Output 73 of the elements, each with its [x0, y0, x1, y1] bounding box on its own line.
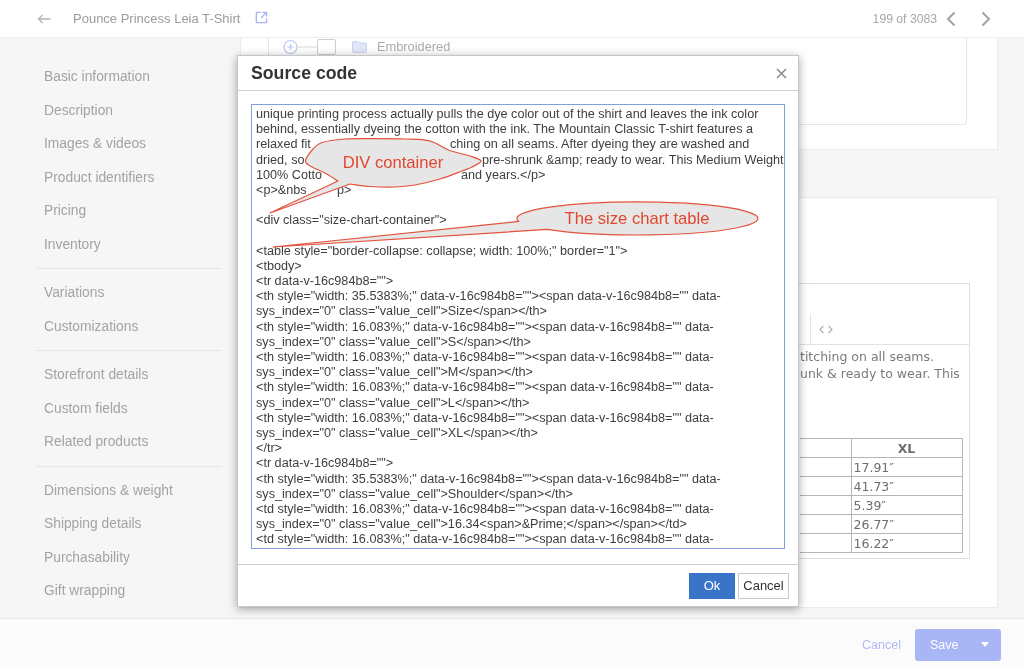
code-text: <td style="width: 16.083%;" data-v-16c984b8=""><span data-v-16c984b8="" data-: [256, 532, 714, 548]
description-text: unk & ready to wear. This: [800, 365, 961, 382]
sidebar-item[interactable]: Dimensions & weight: [36, 473, 222, 507]
chevron-right-icon[interactable]: [981, 10, 991, 27]
save-button[interactable]: Save: [915, 628, 1001, 661]
code-text: behind, essentially dyeing the cotton with the ink. The Mountain Classic T-shirt features a: [256, 122, 753, 138]
code-text: <table style="border-collapse: collapse; width: 100%;" border="1">: [256, 243, 628, 259]
external-link-icon[interactable]: [255, 11, 269, 24]
caret-icon[interactable]: [981, 642, 989, 647]
code-text: relaxed fit: [256, 137, 311, 153]
sidebar-item[interactable]: Customizations: [36, 309, 222, 343]
code-text: <tbody>: [256, 258, 302, 275]
expand-plus-icon[interactable]: [283, 38, 317, 55]
sidebar-item[interactable]: Basic information: [36, 60, 222, 94]
back-arrow-icon[interactable]: [37, 13, 51, 24]
code-text: <td style="width: 16.083%;" data-v-16c984b8=""><span data-v-16c984b8="" data-: [256, 501, 714, 518]
code-text: unique printing process actually pulls the dye color out of the shirt and leaves the ink color: [256, 107, 759, 123]
code-text: <th style="width: 16.083%;" data-v-16c984b8=""><span data-v-16c984b8="" data-: [256, 410, 714, 426]
code-text: </tr>: [256, 441, 282, 457]
code-text: sys_index="0" class="value_cell">16.34<span>&Prime;</span></span></td>: [256, 517, 687, 533]
sidebar-item[interactable]: Images & videos: [36, 127, 222, 161]
sidebar-item[interactable]: Purchasability: [36, 540, 222, 574]
code-editor[interactable]: [251, 104, 785, 549]
chevron-left-icon[interactable]: [946, 10, 956, 27]
sidebar-item[interactable]: Product identifiers: [36, 160, 222, 194]
record-counter: 199 of 3083: [872, 11, 937, 26]
sidebar-item[interactable]: Related products: [36, 425, 222, 459]
code-text: <tr data-v-16c984b8="">: [256, 274, 394, 290]
code-text: <th style="width: 16.083%;" data-v-16c984b8=""><span data-v-16c984b8="" data-: [256, 350, 714, 366]
code-text: <div class="size-chart-container">: [256, 213, 447, 229]
sidebar-item[interactable]: Variations: [36, 276, 222, 310]
code-icon[interactable]: [819, 325, 833, 334]
close-icon[interactable]: [776, 67, 787, 79]
code-text: <th style="width: 16.083%;" data-v-16c984b8=""><span data-v-16c984b8="" data-: [256, 319, 714, 335]
code-text: sys_index="0" class="value_cell">M</span></th>: [256, 365, 533, 381]
code-text: <p>&nbs: [256, 182, 307, 199]
callout-label: The size chart table: [564, 208, 710, 228]
code-text: and years.</p>: [461, 167, 546, 183]
code-text: pre-shrunk &amp; ready to wear. This Medium Weight: [482, 152, 784, 168]
code-text: sys_index="0" class="value_cell">Size</span></th>: [256, 304, 547, 320]
sidebar-item[interactable]: Shipping details: [36, 507, 222, 541]
checkbox[interactable]: [317, 38, 336, 55]
dialog-button[interactable]: Cancel: [738, 572, 789, 599]
table-cell: 16.22″: [851, 533, 962, 553]
sidebar-item[interactable]: Storefront details: [36, 358, 222, 392]
table-cell: 17.91″: [851, 457, 962, 477]
description-text: titching on all seams.: [800, 348, 936, 365]
table-cell: 41.73″: [851, 476, 962, 496]
code-text: ching on all seams. After dyeing they are washed and: [450, 137, 750, 153]
dialog-button[interactable]: Ok: [689, 572, 735, 599]
callout-label: DIV container: [342, 152, 444, 172]
code-text: dried, so: [256, 152, 305, 168]
sidebar-item[interactable]: Description: [36, 93, 222, 127]
code-text: <th style="width: 16.083%;" data-v-16c984b8=""><span data-v-16c984b8="" data-: [256, 380, 714, 396]
code-text: <th style="width: 35.5383%;" data-v-16c984b8=""><span data-v-16c984b8="" data-: [256, 471, 721, 487]
code-text: sys_index="0" class="value_cell">L</span></th>: [256, 395, 530, 411]
option-label: Embroidered: [377, 39, 451, 54]
code-text: sys_index="0" class="value_cell">S</span></th>: [256, 334, 531, 350]
table-header-cell: XL: [851, 438, 962, 458]
table-cell: 5.39″: [851, 495, 962, 515]
sidebar-item[interactable]: Pricing: [36, 194, 222, 228]
page-title: Pounce Princess Leia T-Shirt: [73, 11, 241, 26]
table-cell: 26.77″: [851, 514, 962, 534]
code-text: sys_index="0" class="value_cell">Shoulder</span></th>: [256, 486, 573, 502]
sidebar-item[interactable]: Inventory: [36, 227, 222, 261]
code-text: <th style="width: 35.5383%;" data-v-16c984b8=""><span data-v-16c984b8="" data-: [256, 289, 721, 305]
code-text: sys_index="0" class="value_cell">XL</span></th>: [256, 425, 538, 442]
cancel-link[interactable]: Cancel: [862, 637, 901, 652]
dialog-title: Source code: [251, 62, 358, 84]
sidebar-item[interactable]: Gift wrapping: [36, 574, 222, 608]
code-text: 100% Cotto: [256, 167, 323, 183]
code-text: <tr data-v-16c984b8="">: [256, 456, 394, 472]
sidebar-item[interactable]: Custom fields: [36, 391, 222, 425]
